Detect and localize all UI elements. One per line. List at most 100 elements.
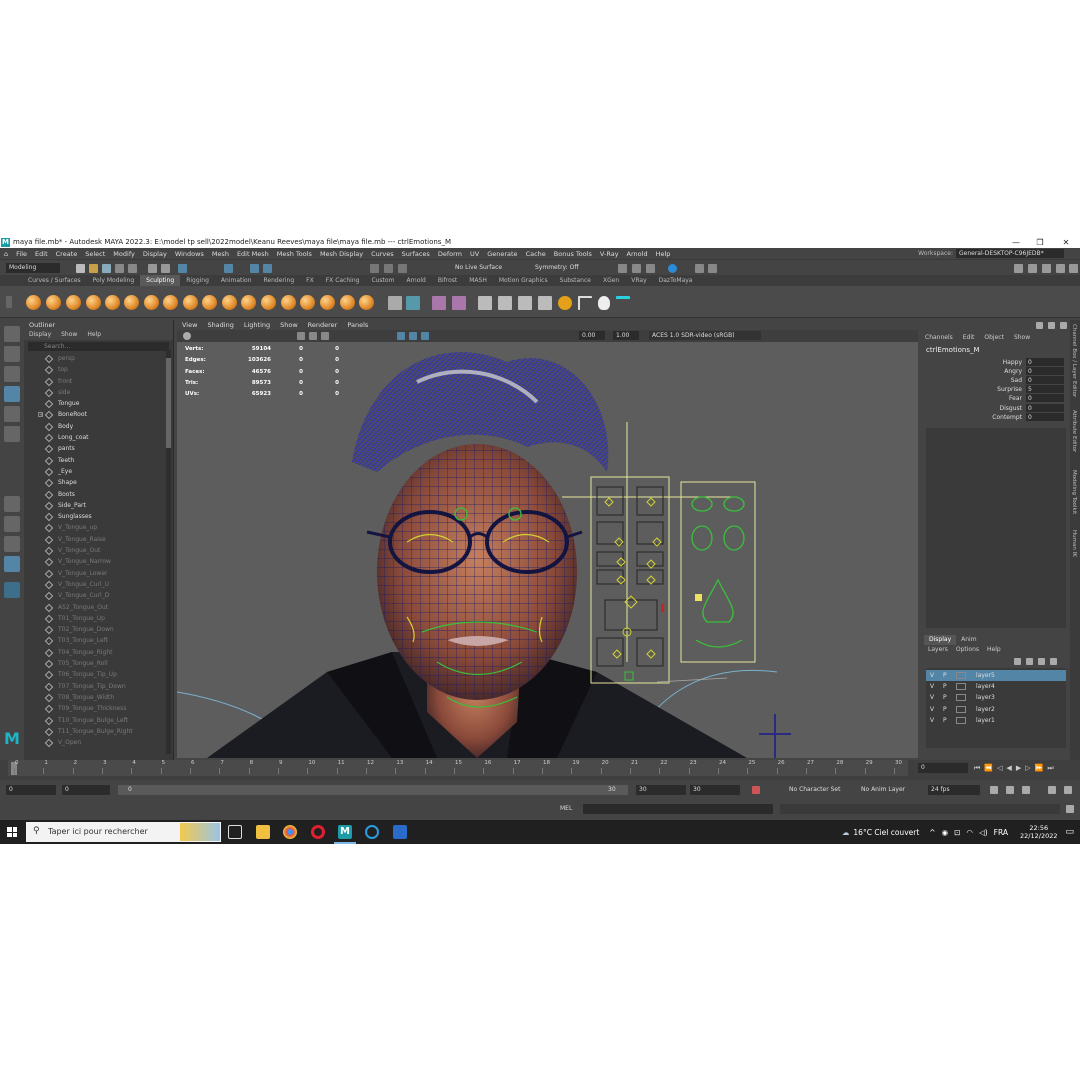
outliner-item[interactable]: T05_Tongue_Roll — [24, 658, 173, 669]
menu-modify[interactable]: Modify — [109, 250, 139, 258]
outliner-item[interactable]: V_Tongue_Out — [24, 545, 173, 556]
channel-value-field[interactable]: 0 — [1026, 376, 1064, 385]
playback-start-field[interactable]: 0 — [62, 785, 110, 795]
mesh-tool-1-icon[interactable] — [478, 296, 492, 310]
shelf-tab-bifrost[interactable]: Bifrost — [432, 275, 463, 286]
channel-value-field[interactable]: 0 — [1026, 412, 1064, 421]
channel-value-field[interactable]: 0 — [1026, 403, 1064, 412]
notification-icon[interactable]: ▭ — [1065, 827, 1074, 837]
lights-icon[interactable] — [397, 332, 405, 340]
layer-row[interactable]: V Player3 — [926, 692, 1066, 703]
task-view-icon[interactable] — [228, 825, 242, 839]
playblast-icon[interactable] — [695, 264, 704, 273]
weather-text[interactable]: 16°C Ciel couvert — [853, 828, 919, 837]
mesh-tool-3-icon[interactable] — [518, 296, 532, 310]
menu-cache[interactable]: Cache — [522, 250, 550, 258]
wax-tool-icon[interactable] — [222, 295, 237, 310]
auto-key-icon[interactable] — [752, 786, 760, 794]
user-account-icon[interactable] — [1014, 264, 1023, 273]
shelf-tab-sculpting[interactable]: Sculpting — [140, 275, 181, 286]
outliner-item[interactable]: T08_Tongue_Width — [24, 692, 173, 703]
anim-prefs-icon[interactable] — [1048, 786, 1056, 794]
maya-taskbar-icon[interactable]: M — [338, 825, 352, 839]
live-surface-field[interactable]: No Live Surface — [452, 263, 518, 273]
snap-grid-icon[interactable] — [250, 264, 259, 273]
record-icon[interactable]: ◉ — [942, 828, 949, 837]
outliner-item[interactable]: T07_Tongue_Tip_Down — [24, 681, 173, 692]
volume-icon[interactable]: ◁) — [979, 828, 988, 837]
layer-playback-toggle[interactable]: P — [943, 704, 947, 715]
channel-menu-object[interactable]: Object — [979, 334, 1009, 341]
outliner-item[interactable]: side — [24, 387, 173, 398]
channel-value-field[interactable]: 0 — [1026, 394, 1064, 403]
shelf-tab-custom[interactable]: Custom — [365, 275, 400, 286]
menu-mesh[interactable]: Mesh — [208, 250, 233, 258]
menu-edit[interactable]: Edit — [31, 250, 52, 258]
input-ops-icon[interactable] — [384, 264, 393, 273]
side-tab-channel-box-layer-editor[interactable]: Channel Box / Layer Editor — [1071, 324, 1077, 397]
board-face-shapes[interactable] — [691, 496, 745, 648]
mel-label[interactable]: MEL — [560, 804, 572, 814]
shelf-tab-curves-surfaces[interactable]: Curves / Surfaces — [22, 275, 87, 286]
rotate-tool-icon[interactable] — [4, 406, 20, 422]
anim-layer-dropdown[interactable]: No Anim Layer — [858, 785, 918, 795]
single-pane-icon[interactable] — [4, 496, 20, 512]
file-explorer-icon[interactable] — [256, 825, 270, 839]
time-slider-bar[interactable]: 0 1 2 3 4 5 6 7 8 9 10 11 12 13 14 15 16 17 18 19 20 21 22 23 24… — [8, 760, 908, 776]
layer-menu-options[interactable]: Options — [952, 646, 983, 653]
outliner-item[interactable]: V_Tongue_Narrow — [24, 556, 173, 567]
layer-move-up-icon[interactable] — [1014, 658, 1021, 665]
viewport-menu-view[interactable]: View — [177, 320, 202, 330]
outliner-menu-show[interactable]: Show — [56, 330, 82, 340]
shelf-tab-fx-caching[interactable]: FX Caching — [320, 275, 366, 286]
repeat-tool-icon[interactable] — [183, 295, 198, 310]
menu-uv[interactable]: UV — [466, 250, 483, 258]
gamma-field[interactable]: 1.00 — [613, 331, 639, 340]
layer-visibility-toggle[interactable]: V — [930, 681, 934, 692]
layer-visibility-toggle[interactable]: V — [930, 670, 934, 681]
imprint-tool-icon[interactable] — [202, 295, 217, 310]
outliner-item[interactable]: Body — [24, 421, 173, 432]
outliner-item[interactable]: V_Tongue_Raise — [24, 534, 173, 545]
layer-visibility-toggle[interactable]: V — [930, 704, 934, 715]
outliner-item[interactable]: T09_Tongue_Thickness — [24, 703, 173, 714]
channel-row[interactable]: Contempt 0 — [920, 412, 1066, 422]
toggle-panel-icon[interactable] — [1028, 264, 1037, 273]
close-button[interactable]: ✕ — [1054, 236, 1078, 248]
smear-tool-icon[interactable] — [300, 295, 315, 310]
shelf-menu-icon[interactable] — [6, 296, 12, 308]
sound-icon[interactable] — [1006, 786, 1014, 794]
shelf-tab-vray[interactable]: VRay — [625, 275, 652, 286]
scrape-tool-icon[interactable] — [241, 295, 256, 310]
bulge-tool-icon[interactable] — [320, 295, 335, 310]
textured-icon[interactable] — [321, 332, 329, 340]
spray-tool-icon[interactable] — [163, 295, 178, 310]
outliner-item[interactable]: V_Tongue_Curl_D — [24, 590, 173, 601]
grab-tool-icon[interactable] — [86, 295, 101, 310]
ctrl-small-box[interactable] — [624, 671, 634, 681]
layer-row[interactable]: V Player2 — [926, 704, 1066, 715]
mesh-tool-4-icon[interactable] — [538, 296, 552, 310]
emotion-board-left[interactable] — [590, 476, 670, 684]
menu-bonus-tools[interactable]: Bonus Tools — [550, 250, 596, 258]
outliner-item[interactable]: top — [24, 364, 173, 375]
menu-file[interactable]: File — [12, 250, 31, 258]
home-icon[interactable]: ⌂ — [0, 250, 12, 258]
step-forward-frame-icon[interactable]: ▷ — [1025, 764, 1030, 772]
expand-icon[interactable]: + — [38, 412, 43, 418]
hypershade-icon[interactable] — [668, 264, 677, 273]
channel-row[interactable]: Disgust 0 — [920, 403, 1066, 413]
select-by-handle-icon[interactable] — [224, 264, 233, 273]
layer-playback-toggle[interactable]: P — [943, 681, 947, 692]
menu-curves[interactable]: Curves — [367, 250, 398, 258]
channel-row[interactable]: Happy 0 — [920, 358, 1066, 367]
viewport[interactable]: View Shading Lighting Show Renderer Panels 0.… — [177, 320, 918, 758]
scale-tool-icon[interactable] — [4, 426, 20, 442]
fps-dropdown[interactable]: 24 fps — [928, 785, 980, 795]
blend-shape-icon[interactable] — [432, 296, 446, 310]
workspace-selector[interactable]: Workspace: General-DESKTOP-C96JEDB* — [918, 249, 1064, 258]
mesh-tool-2-icon[interactable] — [498, 296, 512, 310]
menu-set-dropdown[interactable]: Modeling — [6, 263, 60, 273]
step-forward-key-icon[interactable]: ⏩ — [1035, 764, 1044, 772]
outliner-item[interactable]: front — [24, 376, 173, 387]
